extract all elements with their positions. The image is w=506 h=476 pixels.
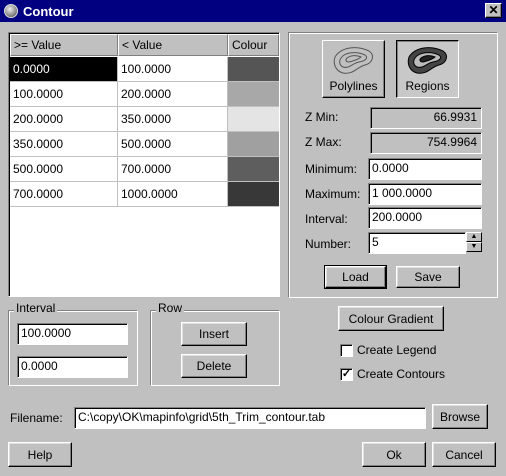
create-contours-label[interactable]: Create Contours [357,367,445,381]
polylines-button[interactable]: Polylines [322,40,385,98]
cell-to[interactable]: 350.0000 [118,107,228,132]
insert-button[interactable]: Insert [181,322,247,346]
number-label: Number: [305,237,352,251]
cell-from[interactable]: 0.0000 [10,57,118,82]
interval-input[interactable]: 200.0000 [368,207,482,229]
load-button[interactable]: Load [324,265,387,289]
colour-swatch[interactable] [228,157,279,182]
cell-to[interactable]: 1000.0000 [118,182,228,207]
minimum-input[interactable]: 0.0000 [368,158,482,180]
help-button[interactable]: Help [8,442,72,467]
cell-from[interactable]: 700.0000 [10,182,118,207]
spin-up-icon[interactable]: ▲ [466,232,482,242]
number-input[interactable]: 5 [368,232,466,254]
ok-button[interactable]: Ok [362,442,426,467]
interval-value-input[interactable]: 100.0000 [17,323,128,345]
polylines-label: Polylines [329,79,378,93]
create-legend-checkbox[interactable] [340,344,353,357]
spin-down-icon[interactable]: ▼ [466,242,482,252]
cell-to[interactable]: 700.0000 [118,157,228,182]
cell-to[interactable]: 100.0000 [118,57,228,82]
filename-input[interactable]: C:\copy\OK\mapinfo\grid\5th_Trim_contour… [74,407,426,429]
close-button[interactable]: ✕ [485,3,502,18]
cell-from[interactable]: 350.0000 [10,132,118,157]
regions-button[interactable]: Regions [396,40,459,98]
maximum-label: Maximum: [305,187,361,201]
interval-offset-input[interactable]: 0.0000 [17,356,128,378]
app-icon [4,4,18,18]
save-button[interactable]: Save [396,266,460,288]
maximum-input[interactable]: 1 000.0000 [368,183,482,205]
create-legend-label[interactable]: Create Legend [357,343,436,357]
row-group-label: Row [156,301,185,315]
zmin-label: Z Min: [305,110,339,124]
filename-label: Filename: [10,411,63,425]
number-spinner[interactable]: ▲ ▼ [466,232,482,254]
interval-label: Interval: [305,212,348,226]
colour-swatch[interactable] [228,107,279,132]
cell-from[interactable]: 500.0000 [10,157,118,182]
cell-from[interactable]: 200.0000 [10,107,118,132]
colour-swatch[interactable] [228,182,279,207]
polylines-icon [333,47,373,74]
create-contours-checkbox[interactable]: ✓ [340,368,353,381]
header-colour[interactable]: Colour [228,34,279,56]
contour-table: >= Value < Value Colour 0.0000 100.0000 … [8,32,280,297]
cell-to[interactable]: 200.0000 [118,82,228,107]
header-ge-value[interactable]: >= Value [10,34,118,56]
colour-swatch[interactable] [228,57,279,82]
browse-button[interactable]: Browse [432,404,488,429]
title-bar: Contour ✕ [0,0,506,22]
zmin-value: 66.9931 [370,107,482,129]
colour-gradient-button[interactable]: Colour Gradient [338,306,444,331]
window-title: Contour [23,3,74,19]
zmax-value: 754.9964 [370,132,482,154]
colour-swatch[interactable] [228,82,279,107]
zmax-label: Z Max: [305,135,342,149]
cell-from[interactable]: 100.0000 [10,82,118,107]
delete-button[interactable]: Delete [181,354,247,378]
cancel-button[interactable]: Cancel [432,442,496,467]
regions-icon [407,47,447,74]
interval-group-label: Interval [14,301,58,315]
regions-label: Regions [405,79,450,93]
colour-swatch[interactable] [228,132,279,157]
cell-to[interactable]: 500.0000 [118,132,228,157]
minimum-label: Minimum: [305,162,358,176]
header-lt-value[interactable]: < Value [118,34,228,56]
